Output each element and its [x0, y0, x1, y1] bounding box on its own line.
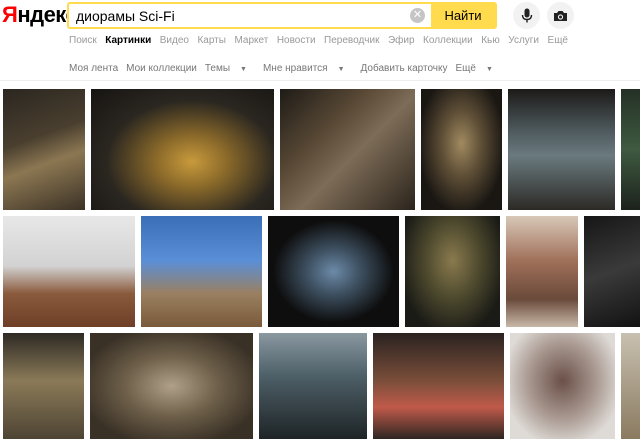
image-thumbnail[interactable] [584, 216, 640, 327]
chevron-down-icon: ▼ [485, 66, 493, 73]
service-collections[interactable]: Коллекции [423, 35, 473, 49]
image-thumbnail[interactable] [90, 333, 253, 439]
service-uslugi[interactable]: Услуги [508, 35, 539, 49]
service-market[interactable]: Маркет [234, 35, 268, 49]
subnav-more[interactable]: Ещё ▼ [456, 63, 501, 74]
collections-subnav: Моя лента Мои коллекции Темы ▼ Мне нравит… [69, 63, 509, 74]
image-thumbnail[interactable] [405, 216, 500, 327]
service-news[interactable]: Новости [277, 35, 316, 49]
image-thumbnail[interactable] [621, 89, 640, 210]
microphone-icon[interactable] [513, 2, 540, 29]
subnav-likes[interactable]: Мне нравится ▼ [263, 63, 353, 74]
search-box: ✕ Найти [67, 2, 497, 29]
services-nav: Поиск Картинки Видео Карты Маркет Новост… [69, 35, 577, 49]
search-input[interactable] [69, 4, 410, 27]
service-q[interactable]: Кью [481, 35, 500, 49]
image-thumbnail[interactable] [3, 333, 84, 439]
image-thumbnail[interactable] [373, 333, 504, 439]
subnav-topics-label: Темы [204, 63, 231, 74]
subnav-likes-label: Мне нравится [262, 63, 328, 74]
header: Яндекс ✕ Найти [0, 0, 640, 30]
subnav-add-card[interactable]: Добавить карточку [361, 63, 448, 74]
image-thumbnail[interactable] [508, 89, 615, 210]
service-more[interactable]: Ещё [548, 35, 568, 49]
image-thumbnail[interactable] [506, 216, 578, 327]
image-thumbnail[interactable] [280, 89, 415, 210]
image-thumbnail[interactable] [3, 216, 135, 327]
service-search[interactable]: Поиск [69, 35, 97, 49]
service-maps[interactable]: Карты [197, 35, 226, 49]
search-button[interactable]: Найти [431, 4, 495, 27]
service-images[interactable]: Картинки [105, 35, 151, 49]
subnav-topics[interactable]: Темы ▼ [205, 63, 255, 74]
service-translate[interactable]: Переводчик [324, 35, 379, 49]
service-video[interactable]: Видео [160, 35, 189, 49]
yandex-logo[interactable]: Яндекс [2, 2, 78, 28]
divider [0, 80, 640, 81]
logo-first-letter: Я [2, 2, 18, 27]
chevron-down-icon: ▼ [240, 66, 247, 73]
image-thumbnail[interactable] [510, 333, 615, 439]
image-thumbnail[interactable] [621, 333, 640, 439]
image-thumbnail[interactable] [91, 89, 274, 210]
subnav-my-feed[interactable]: Моя лента [69, 63, 118, 74]
image-thumbnail[interactable] [268, 216, 399, 327]
chevron-down-icon: ▼ [337, 66, 345, 73]
image-thumbnail[interactable] [259, 333, 367, 439]
camera-icon[interactable] [547, 2, 574, 29]
subnav-my-collections[interactable]: Мои коллекции [126, 63, 197, 74]
subnav-more-label: Ещё [455, 63, 476, 74]
image-thumbnail[interactable] [421, 89, 502, 210]
image-thumbnail[interactable] [3, 89, 85, 210]
service-efir[interactable]: Эфир [388, 35, 415, 49]
image-thumbnail[interactable] [141, 216, 262, 327]
clear-icon[interactable]: ✕ [410, 8, 425, 23]
